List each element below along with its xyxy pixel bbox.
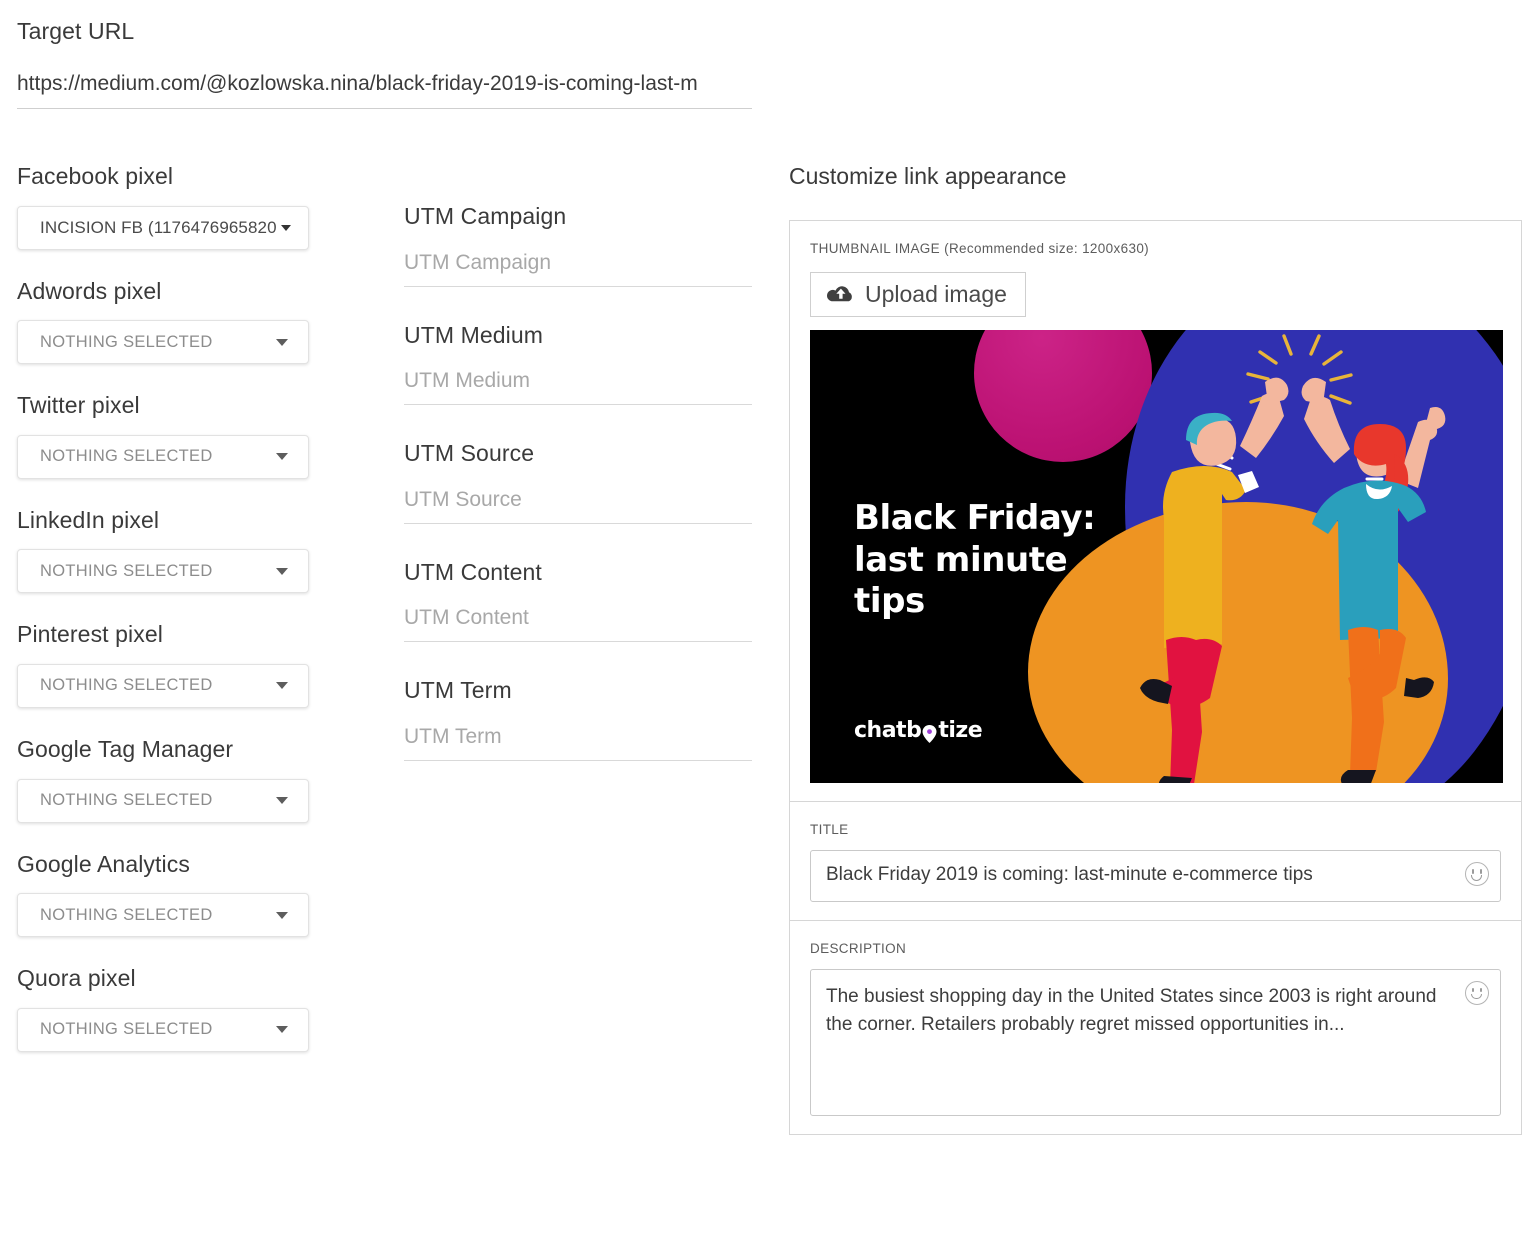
utm-source-input[interactable]: [404, 488, 752, 524]
google-analytics-select[interactable]: NOTHING SELECTED: [17, 893, 309, 937]
smiley-eye-right: [1480, 869, 1483, 873]
pinterest-pixel-select[interactable]: NOTHING SELECTED: [17, 664, 309, 708]
twitter-pixel-select[interactable]: NOTHING SELECTED: [17, 435, 309, 479]
smiley-mouth: [1471, 875, 1482, 880]
title-caption: TITLE: [810, 822, 1501, 837]
linkedin-pixel-select[interactable]: NOTHING SELECTED: [17, 549, 309, 593]
google-analytics-value: NOTHING SELECTED: [40, 906, 213, 925]
smiley-eye-left: [1472, 988, 1475, 992]
thumbnail-section: THUMBNAIL IMAGE (Recommended size: 1200x…: [790, 221, 1521, 801]
facebook-pixel-value: INCISION FB (1176476965820: [40, 218, 277, 238]
pixel-group-pinterest: Pinterest pixel NOTHING SELECTED: [17, 621, 347, 708]
smiley-mouth: [1471, 994, 1482, 999]
adwords-pixel-select[interactable]: NOTHING SELECTED: [17, 320, 309, 364]
adwords-pixel-label: Adwords pixel: [17, 278, 347, 306]
utm-group-campaign: UTM Campaign: [404, 203, 752, 287]
chatbotize-logo: chatb tize: [854, 718, 982, 743]
cloud-upload-icon: [827, 284, 855, 306]
location-pin-icon: [922, 724, 937, 742]
upload-image-button[interactable]: Upload image: [810, 272, 1026, 317]
facebook-pixel-label: Facebook pixel: [17, 163, 347, 191]
twitter-pixel-value: NOTHING SELECTED: [40, 447, 213, 466]
utm-group-content: UTM Content: [404, 559, 752, 643]
google-tag-manager-value: NOTHING SELECTED: [40, 791, 213, 810]
utm-parameters-column: UTM Campaign UTM Medium UTM Source UTM C…: [404, 203, 752, 796]
pixel-group-facebook: Facebook pixel INCISION FB (117647696582…: [17, 163, 347, 250]
utm-group-term: UTM Term: [404, 677, 752, 761]
pinterest-pixel-label: Pinterest pixel: [17, 621, 347, 649]
chevron-down-icon: [276, 453, 288, 460]
pixel-group-analytics: Google Analytics NOTHING SELECTED: [17, 851, 347, 938]
chevron-down-icon: [276, 912, 288, 919]
customize-link-appearance-panel: Customize link appearance THUMBNAIL IMAG…: [789, 163, 1524, 1135]
thumbnail-headline: Black Friday: last minute tips: [854, 498, 1095, 622]
chevron-down-icon: [276, 568, 288, 575]
quora-pixel-label: Quora pixel: [17, 965, 347, 993]
description-caption: DESCRIPTION: [810, 941, 1501, 956]
description-textarea[interactable]: The busiest shopping day in the United S…: [811, 970, 1500, 1115]
brand-text-end: tize: [938, 718, 982, 743]
upload-image-label: Upload image: [865, 282, 1007, 307]
utm-campaign-input[interactable]: [404, 251, 752, 287]
utm-group-medium: UTM Medium: [404, 322, 752, 406]
description-input-wrapper: The busiest shopping day in the United S…: [810, 969, 1501, 1116]
thumbnail-preview-image[interactable]: Black Friday: last minute tips chatb tiz…: [810, 330, 1503, 783]
pixel-group-gtm: Google Tag Manager NOTHING SELECTED: [17, 736, 347, 823]
utm-medium-label: UTM Medium: [404, 322, 752, 350]
chevron-down-icon: [276, 797, 288, 804]
chevron-down-icon: [276, 339, 288, 346]
appearance-panel-title: Customize link appearance: [789, 163, 1524, 190]
utm-content-input[interactable]: [404, 606, 752, 642]
utm-source-label: UTM Source: [404, 440, 752, 468]
link-preview-card: THUMBNAIL IMAGE (Recommended size: 1200x…: [789, 220, 1522, 1135]
title-input[interactable]: [811, 851, 1500, 901]
target-url-block: Target URL: [17, 18, 752, 109]
smiley-eye-left: [1472, 869, 1475, 873]
chevron-down-icon: [281, 225, 291, 231]
brand-text-start: chatb: [854, 718, 921, 743]
target-url-input[interactable]: [17, 72, 752, 109]
utm-term-input[interactable]: [404, 725, 752, 761]
utm-group-source: UTM Source: [404, 440, 752, 524]
pixel-group-linkedin: LinkedIn pixel NOTHING SELECTED: [17, 507, 347, 594]
title-section: TITLE: [790, 801, 1521, 920]
chevron-down-icon: [276, 1026, 288, 1033]
pixel-settings-column: Facebook pixel INCISION FB (117647696582…: [17, 163, 347, 1080]
google-tag-manager-label: Google Tag Manager: [17, 736, 347, 764]
link-editor-page: Target URL Facebook pixel INCISION FB (1…: [0, 0, 1534, 1256]
utm-content-label: UTM Content: [404, 559, 752, 587]
linkedin-pixel-value: NOTHING SELECTED: [40, 562, 213, 581]
linkedin-pixel-label: LinkedIn pixel: [17, 507, 347, 535]
utm-term-label: UTM Term: [404, 677, 752, 705]
quora-pixel-value: NOTHING SELECTED: [40, 1020, 213, 1039]
title-input-wrapper: [810, 850, 1501, 902]
pixel-group-twitter: Twitter pixel NOTHING SELECTED: [17, 392, 347, 479]
target-url-label: Target URL: [17, 18, 752, 46]
description-section: DESCRIPTION The busiest shopping day in …: [790, 920, 1521, 1134]
google-analytics-label: Google Analytics: [17, 851, 347, 879]
pinterest-pixel-value: NOTHING SELECTED: [40, 676, 213, 695]
thumbnail-caption: THUMBNAIL IMAGE (Recommended size: 1200x…: [810, 241, 1501, 256]
pixel-group-quora: Quora pixel NOTHING SELECTED: [17, 965, 347, 1052]
chevron-down-icon: [276, 682, 288, 689]
facebook-pixel-select[interactable]: INCISION FB (1176476965820: [17, 206, 309, 250]
quora-pixel-select[interactable]: NOTHING SELECTED: [17, 1008, 309, 1052]
smiley-icon[interactable]: [1465, 981, 1489, 1005]
pixel-group-adwords: Adwords pixel NOTHING SELECTED: [17, 278, 347, 365]
adwords-pixel-value: NOTHING SELECTED: [40, 333, 213, 352]
google-tag-manager-select[interactable]: NOTHING SELECTED: [17, 779, 309, 823]
utm-medium-input[interactable]: [404, 369, 752, 405]
utm-campaign-label: UTM Campaign: [404, 203, 752, 231]
smiley-eye-right: [1480, 988, 1483, 992]
twitter-pixel-label: Twitter pixel: [17, 392, 347, 420]
